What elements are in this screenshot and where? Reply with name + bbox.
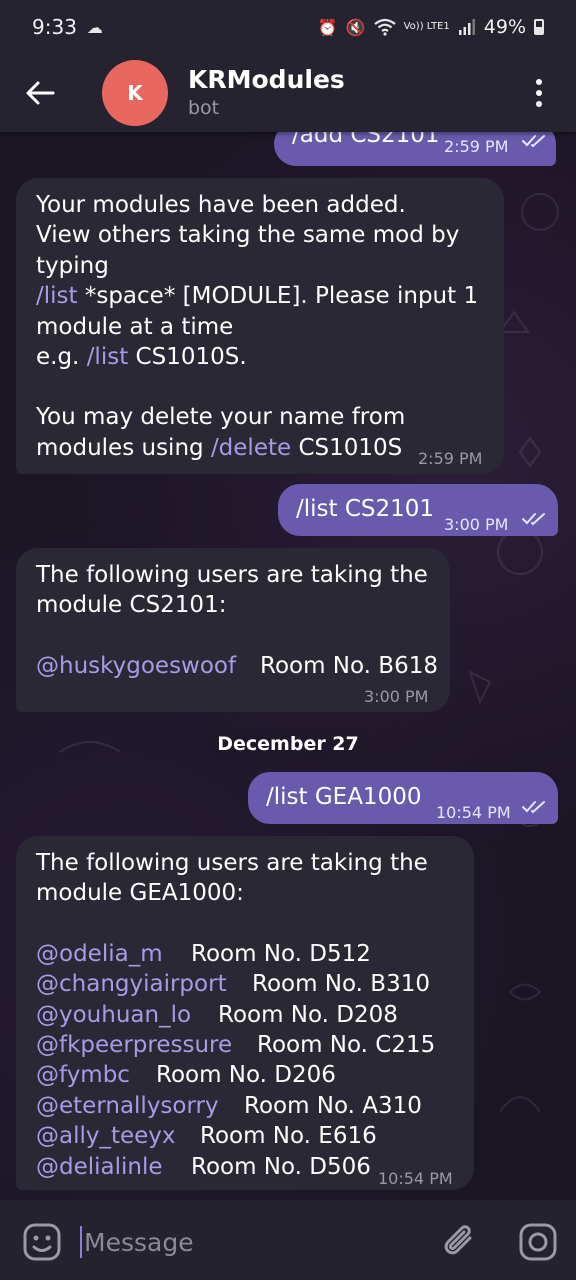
- status-bar: 9:33 ☁ ⏰ 🔇 Vo)) LTE1 49%: [0, 0, 576, 54]
- avatar-letter: K: [127, 81, 143, 105]
- message-line: module CS2101:: [36, 592, 227, 619]
- wifi-icon: [373, 18, 396, 36]
- message-line: Your modules have been added.: [36, 192, 406, 218]
- room-number: Room No. D206: [156, 1062, 336, 1089]
- back-button[interactable]: [0, 54, 80, 132]
- message-time: 10:54 PM: [378, 1169, 453, 1188]
- message-line: e.g. /list CS1010S.: [36, 344, 247, 371]
- user-row: @youhuan_lo Room No. D208: [36, 1000, 466, 1030]
- incoming-message[interactable]: The following users are taking the modul…: [16, 836, 474, 1190]
- message-line: typing: [36, 252, 109, 279]
- message-text: /list GEA1000: [266, 784, 422, 810]
- room-number: Room No. C215: [257, 1031, 436, 1058]
- message-line: The following users are taking the: [36, 850, 428, 876]
- room-number: Room No. B310: [252, 971, 430, 998]
- signal-icon: [458, 19, 475, 35]
- command-link[interactable]: /list: [36, 283, 78, 309]
- chat-title-block[interactable]: KRModules bot: [188, 65, 345, 121]
- outgoing-message[interactable]: /list GEA1000 10:54 PM: [248, 772, 558, 824]
- message-time: 10:54 PM: [436, 803, 511, 822]
- message-line: /list *space* [MODULE]. Please input 1: [36, 283, 479, 310]
- user-row: @odelia_m Room No. D512: [36, 939, 466, 969]
- message-line: You may delete your name from: [36, 404, 406, 431]
- user-row: @ally_teeyx Room No. E616: [36, 1121, 466, 1151]
- message-input[interactable]: [82, 1220, 412, 1264]
- user-row: @fymbc Room No. D206: [36, 1060, 466, 1090]
- double-check-icon: [522, 801, 545, 814]
- user-mention[interactable]: @ally_teeyx: [36, 1123, 176, 1149]
- incoming-message[interactable]: Your modules have been added. View other…: [16, 178, 504, 474]
- double-check-icon: [522, 135, 545, 148]
- chat-title: KRModules: [188, 65, 345, 94]
- room-number: Room No. B618: [260, 652, 438, 679]
- room-number: Room No. D506: [191, 1153, 371, 1180]
- paperclip-icon[interactable]: [440, 1222, 480, 1262]
- dot-icon: [536, 90, 542, 96]
- message-time: 3:00 PM: [364, 687, 429, 706]
- chat-header: K KRModules bot: [0, 54, 576, 132]
- message-line: module GEA1000:: [36, 880, 244, 907]
- battery-icon: [534, 19, 544, 35]
- alarm-icon: ⏰: [317, 17, 338, 37]
- user-mention[interactable]: @huskygoeswoof: [36, 653, 236, 679]
- user-mention[interactable]: @fkpeerpressure: [36, 1032, 232, 1058]
- user-mention[interactable]: @odelia_m: [36, 941, 163, 967]
- status-time: 9:33: [32, 15, 77, 39]
- date-separator: December 27: [206, 728, 370, 760]
- command-link[interactable]: /list: [87, 344, 129, 370]
- message-time: 3:00 PM: [444, 515, 509, 534]
- outgoing-message[interactable]: /add CS2101 2:59 PM: [274, 132, 556, 166]
- message-line: [36, 372, 478, 402]
- room-number: Room No. E616: [200, 1123, 377, 1150]
- user-mention[interactable]: @changyiairport: [36, 971, 227, 997]
- user-row: @eternallysorry Room No. A310: [36, 1091, 466, 1121]
- arrow-left-icon: [26, 81, 55, 105]
- room-number: Room No. D512: [191, 940, 371, 967]
- cloud-icon: ☁: [86, 17, 103, 37]
- double-check-icon: [522, 513, 545, 526]
- dot-icon: [536, 101, 542, 107]
- emoji-icon[interactable]: [22, 1222, 62, 1262]
- message-line: The following users are taking the: [36, 562, 428, 588]
- message-line: View others taking the same mod by: [36, 222, 460, 249]
- battery-percent: 49%: [483, 16, 526, 38]
- user-mention[interactable]: @fymbc: [36, 1062, 130, 1088]
- user-mention[interactable]: @youhuan_lo: [36, 1002, 191, 1028]
- user-row: @huskygoeswoof Room No. B618: [36, 651, 438, 681]
- avatar[interactable]: K: [102, 60, 168, 126]
- outgoing-message[interactable]: /list CS2101 3:00 PM: [278, 484, 558, 536]
- user-row: @fkpeerpressure Room No. C215: [36, 1030, 466, 1060]
- message-time: 2:59 PM: [418, 449, 483, 468]
- more-options-button[interactable]: [524, 72, 554, 114]
- message-time: 2:59 PM: [444, 137, 509, 156]
- room-number: Room No. D208: [218, 1001, 398, 1028]
- user-row: @changyiairport Room No. B310: [36, 969, 466, 999]
- dot-icon: [536, 79, 542, 85]
- user-mention[interactable]: @eternallysorry: [36, 1093, 219, 1119]
- message-line: modules using /delete CS1010S: [36, 434, 403, 461]
- command-link[interactable]: /delete: [211, 435, 291, 461]
- room-number: Room No. A310: [244, 1092, 422, 1119]
- chat-subtitle: bot: [188, 97, 220, 119]
- camera-icon[interactable]: [518, 1222, 558, 1262]
- chat-area[interactable]: /add CS2101 2:59 PM Your modules have be…: [0, 132, 576, 1200]
- user-mention[interactable]: @delialinle: [36, 1154, 163, 1180]
- incoming-message[interactable]: The following users are taking the modul…: [16, 548, 450, 712]
- mute-icon: 🔇: [345, 17, 366, 37]
- message-line: module at a time: [36, 313, 234, 340]
- network-label: Vo)) LTE1: [403, 21, 450, 32]
- message-text: /add CS2101: [292, 132, 440, 148]
- message-input-bar: [0, 1200, 576, 1280]
- message-text: /list CS2101: [296, 496, 435, 522]
